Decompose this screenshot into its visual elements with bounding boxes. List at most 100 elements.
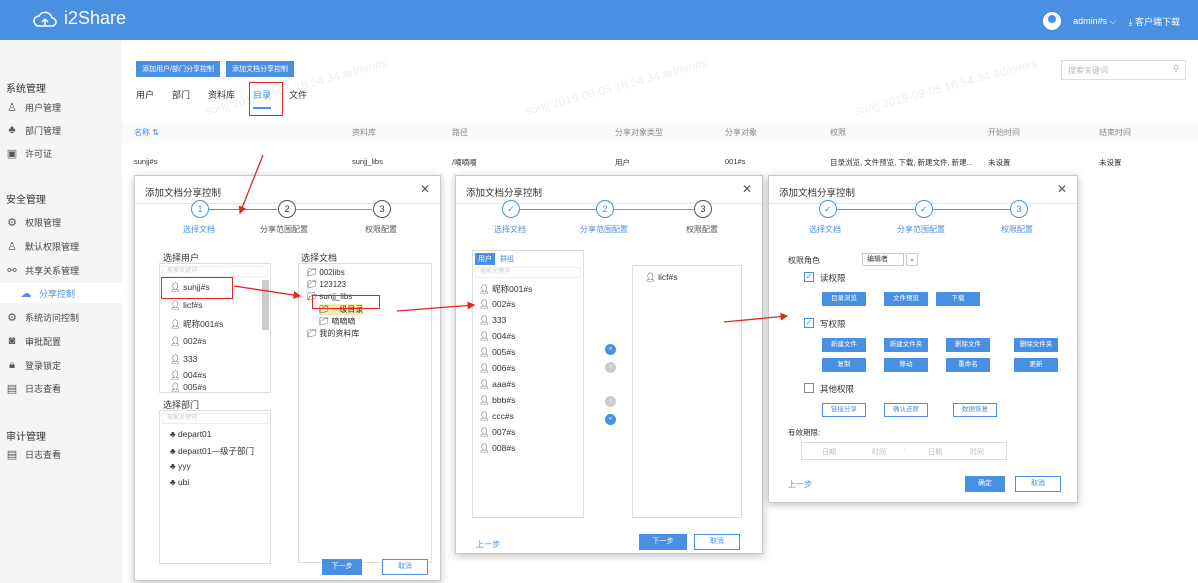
list-item[interactable]: ♣ depart01 [170, 429, 212, 439]
perm-restore-button[interactable]: 确认还原 [884, 403, 928, 417]
perm-rename-button[interactable]: 重命名 [946, 358, 990, 372]
sidebar-item-permission[interactable]: ⚙ 权限管理 [6, 212, 116, 232]
close-icon[interactable]: ✕ [742, 182, 752, 196]
list-item[interactable]: 👤︎ 昵称001#s [479, 283, 532, 295]
list-item[interactable]: 👤︎ 004#s [479, 331, 515, 342]
list-item[interactable]: ♣ ubi [170, 477, 189, 487]
sidebar-item-dept-management[interactable]: ♣ 部门管理 [6, 120, 116, 140]
list-item[interactable]: 👤︎ 昵称001#s [170, 318, 223, 330]
move-all-left-button[interactable]: « [605, 414, 616, 425]
tab-user[interactable]: 用户 [136, 88, 154, 109]
col-path: 路径 [452, 128, 468, 137]
next-button[interactable]: 下一步 [639, 534, 687, 550]
perm-new-file-button[interactable]: 新建文件 [822, 338, 866, 352]
other-permission-checkbox[interactable] [804, 383, 814, 393]
list-item[interactable]: 👤︎ 004#s [170, 370, 206, 381]
col-name[interactable]: 名称 ⇅ [134, 127, 159, 138]
add-user-dept-share-button[interactable]: 添加用户/部门分享控制 [136, 61, 220, 77]
next-button[interactable]: 下一步 [322, 559, 362, 575]
tab-group[interactable]: 群组 [497, 253, 517, 265]
cancel-button[interactable]: 取消 [1015, 476, 1061, 492]
perm-link-share-button[interactable]: 链接分享 [822, 403, 866, 417]
perm-dir-browse-button[interactable]: 目录浏览 [822, 292, 866, 306]
move-right-button[interactable]: › [605, 362, 616, 373]
sidebar-item-audit-log[interactable]: ▤ 日志查看 [6, 444, 116, 464]
dialog-share-scope: 添加文档分享控制 ✕ ✓ 2 3 选择文档 分享范围配置 权限配置 用户 群组 … [455, 175, 763, 554]
sidebar-item-login-lock[interactable]: 🔒︎ 登录锁定 [6, 355, 116, 375]
sidebar-item-default-permission[interactable]: ♙ 默认权限管理 [6, 236, 116, 256]
sidebar-item-license[interactable]: ▣ 许可证 [6, 143, 116, 163]
perm-download-button[interactable]: 下载 [936, 292, 980, 306]
tab-user[interactable]: 用户 [475, 253, 495, 265]
download-link[interactable]: ⤓ 客户端下载 [1129, 15, 1181, 28]
sidebar-item-user-management[interactable]: ♙ 用户管理 [6, 97, 116, 117]
perm-data-recovery-button[interactable]: 数据恢复 [953, 403, 997, 417]
tree-item[interactable]: 📁︎ 002libs [307, 268, 345, 277]
tab-dept[interactable]: 部门 [172, 88, 190, 109]
close-icon[interactable]: ✕ [420, 182, 430, 196]
sidebar-item-access-control[interactable]: ⚙ 系统访问控制 [6, 307, 116, 327]
sidebar-item-share-control[interactable]: ☁ 分享控制 [0, 283, 122, 303]
scrollbar[interactable] [262, 280, 269, 330]
app-logo[interactable]: i2Share [32, 8, 126, 29]
list-item[interactable]: 👤︎ licf#s [170, 300, 203, 311]
cancel-button[interactable]: 取消 [382, 559, 428, 575]
date-range-input[interactable]: 日期 时间 - 日期 时间 [801, 442, 1007, 460]
list-item[interactable]: 👤︎ 002#s [170, 336, 206, 347]
list-item[interactable]: 👤︎ 006#s [479, 363, 515, 374]
tree-item[interactable]: 📁︎ 嘀嘀嘀 [319, 316, 355, 327]
perm-delete-file-button[interactable]: 删除文件 [946, 338, 990, 352]
chevron-down-icon[interactable]: ⌄ [906, 253, 918, 266]
prev-button[interactable]: 上一步 [476, 539, 500, 550]
tab-library[interactable]: 资料库 [208, 88, 235, 109]
list-item[interactable]: 👤︎ bbb#s [479, 395, 515, 406]
search-input[interactable]: 搜索关键词 ⚲ [1061, 60, 1186, 80]
list-item[interactable]: 👤︎ 005#s [170, 382, 206, 393]
write-permission-checkbox[interactable]: ✓ [804, 318, 814, 328]
list-item[interactable]: 👤︎ 008#s [479, 443, 515, 454]
cancel-button[interactable]: 取消 [694, 534, 740, 550]
search-input[interactable]: 搜索关键词 [162, 266, 268, 277]
tab-file[interactable]: 文件 [289, 88, 307, 109]
perm-delete-folder-button[interactable]: 删除文件夹 [1014, 338, 1058, 352]
list-item[interactable]: ♣ depart01—级子部门 [170, 445, 254, 457]
role-select[interactable]: 编辑者 [862, 253, 904, 266]
avatar-icon[interactable] [1043, 12, 1062, 30]
read-permission-checkbox[interactable]: ✓ [804, 272, 814, 282]
list-item[interactable]: 👤︎ 007#s [479, 427, 515, 438]
list-item[interactable]: 👤︎ aaa#s [479, 379, 515, 390]
list-item[interactable]: 👤︎ 005#s [479, 347, 515, 358]
search-input[interactable]: 搜索关键词 [162, 413, 268, 424]
search-input[interactable]: 搜索关键词 [475, 267, 581, 278]
move-left-button[interactable]: ‹ [605, 396, 616, 407]
prev-button[interactable]: 上一步 [788, 479, 812, 490]
perm-copy-button[interactable]: 复制 [822, 358, 866, 372]
selected-list-panel[interactable]: 👤︎ licf#s [632, 265, 742, 518]
list-item[interactable]: ♣ yyy [170, 461, 191, 471]
tree-item[interactable]: 📁︎ 123123 [307, 280, 346, 289]
candidate-list-panel[interactable]: 用户 群组 搜索关键词 👤︎ 昵称001#s 👤︎ 002#s 👤︎ 333 👤… [472, 250, 584, 518]
list-item[interactable]: 👤︎ 002#s [479, 299, 515, 310]
perm-update-button[interactable]: 更新 [1014, 358, 1058, 372]
step-2-circle: 2 [596, 200, 614, 218]
perm-new-folder-button[interactable]: 新建文件夹 [884, 338, 928, 352]
list-item[interactable]: 👤︎ 333 [479, 315, 506, 326]
valid-period-label: 有效期限: [788, 428, 821, 437]
dept-list-panel[interactable]: 搜索关键词 ♣ depart01 ♣ depart01—级子部门 ♣ yyy ♣… [159, 410, 271, 564]
list-item[interactable]: 👤︎ licf#s [645, 272, 678, 283]
perm-move-button[interactable]: 移动 [884, 358, 928, 372]
list-item[interactable]: 👤︎ ccc#s [479, 411, 514, 422]
sidebar-item-share-relation[interactable]: ⚯ 共享关系管理 [6, 260, 116, 280]
tree-item[interactable]: 📁︎ 我的资料库 [307, 328, 359, 339]
perm-file-preview-button[interactable]: 文件预览 [884, 292, 928, 306]
row-share-type: 用户 [615, 158, 630, 167]
list-item[interactable]: 👤︎ 333 [170, 354, 197, 365]
close-icon[interactable]: ✕ [1057, 182, 1067, 196]
table-row[interactable]: sunjj#s sunjj_libs /嘀嘀嘀 用户 001#s 目录浏览, 文… [122, 153, 1198, 171]
username[interactable]: admin#s ⌵ [1073, 16, 1116, 27]
add-doc-share-button[interactable]: 添加文档分享控制 [225, 61, 294, 77]
ok-button[interactable]: 确定 [965, 476, 1005, 492]
sidebar-item-log[interactable]: ▤ 日志查看 [6, 378, 116, 398]
sidebar-item-approval[interactable]: ◙ 审批配置 [6, 331, 116, 351]
move-all-right-button[interactable]: » [605, 344, 616, 355]
